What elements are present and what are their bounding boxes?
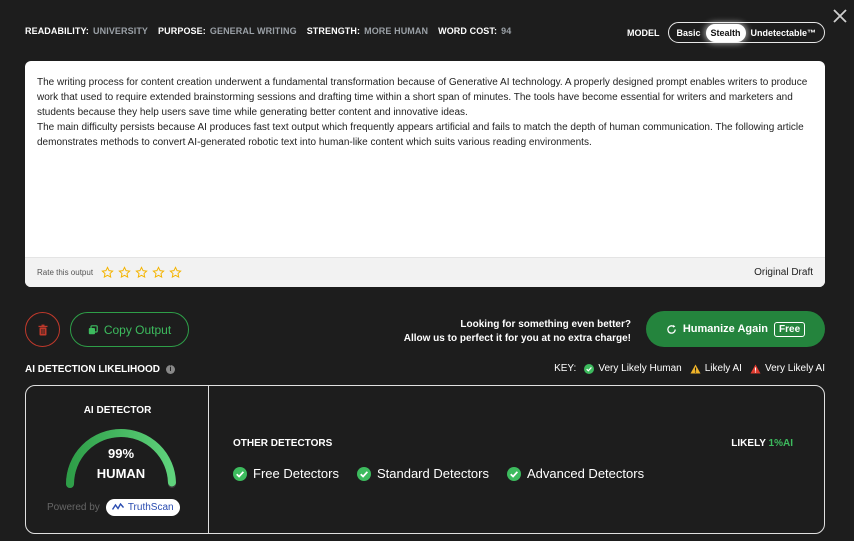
delete-button[interactable] (25, 312, 60, 347)
ai-detector-title: AI DETECTOR (83, 405, 152, 416)
detector-name: Free Detectors (253, 466, 339, 481)
truthscan-logo-icon (111, 503, 124, 510)
truthscan-badge[interactable]: TruthScan (105, 499, 180, 516)
detector-item: Standard Detectors (356, 466, 489, 481)
detector-item: Advanced Detectors (507, 466, 644, 481)
detector-item: Free Detectors (233, 466, 339, 481)
star-rating (101, 266, 182, 279)
output-footer: Rate this output Original Draft (25, 257, 825, 287)
promo-line-2: Allow us to perfect it for you at no ext… (403, 333, 631, 344)
readability-meta: READABILITY: UNIVERSITY (25, 26, 149, 36)
key-very-ai-label: Very Likely AI (764, 363, 825, 374)
check-circle-icon (233, 466, 247, 481)
key-label: KEY: (554, 363, 577, 374)
humanize-again-button[interactable]: Humanize Again Free (646, 311, 825, 347)
model-basic-option[interactable]: Basic (672, 24, 706, 42)
promo-line-1: Looking for something even better? (460, 319, 631, 330)
detection-key: KEY: Very Likely Human Likely AI Very Li… (554, 363, 825, 374)
info-icon[interactable]: i (166, 365, 175, 374)
key-likely-ai-label: Likely AI (704, 363, 742, 374)
key-item-very-ai: Very Likely AI (750, 363, 825, 374)
model-stealth-option[interactable]: Stealth (705, 23, 746, 42)
ai-detector-panel: AI DETECTOR 99% HUMAN Powered by TruthSc… (26, 386, 209, 533)
star-icon[interactable] (118, 266, 131, 279)
refresh-icon (667, 324, 676, 334)
output-paragraph: The writing process for content creation… (37, 77, 808, 118)
copy-output-button[interactable]: Copy Output (70, 312, 189, 347)
warning-icon (690, 363, 701, 374)
powered-by: Powered by TruthScan (47, 499, 180, 516)
close-icon[interactable] (832, 8, 848, 24)
trash-icon (38, 324, 47, 335)
settings-summary: READABILITY: UNIVERSITY PURPOSE: GENERAL W… (25, 26, 511, 36)
model-toggle: Basic Stealth Undetectable™ (667, 22, 826, 43)
check-circle-icon (356, 466, 371, 481)
gauge-label: HUMAN (96, 466, 146, 481)
check-circle-icon (584, 363, 595, 374)
output-paragraph: The main difficulty persists because AI … (37, 122, 804, 148)
free-badge: Free (774, 321, 806, 337)
promo-text: Looking for something even better? Allow… (404, 318, 631, 346)
detector-name: Advanced Detectors (527, 466, 645, 481)
likely-prefix: LIKELY (731, 438, 766, 449)
check-circle-icon (507, 466, 521, 481)
key-human-label: Very Likely Human (598, 363, 682, 374)
alert-icon (750, 363, 761, 374)
star-icon[interactable] (152, 266, 165, 279)
copy-output-label: Copy Output (103, 322, 172, 337)
star-icon[interactable] (135, 266, 148, 279)
ai-detection-heading: AI DETECTION LIKELIHOOD i (25, 364, 175, 375)
powered-by-label: Powered by (47, 502, 100, 513)
truthscan-label: TruthScan (127, 502, 174, 513)
model-label: MODEL (627, 27, 660, 38)
likely-ai-score: LIKELY 1%AI (731, 438, 793, 449)
output-panel: The writing process for content creation… (25, 61, 825, 287)
star-icon[interactable] (169, 266, 182, 279)
likely-value: 1%AI (768, 438, 793, 449)
purpose-meta: PURPOSE: GENERAL WRITING (158, 26, 297, 36)
copy-icon (88, 324, 98, 334)
model-undetectable-option[interactable]: Undetectable™ (746, 24, 822, 42)
strength-meta: STRENGTH: MORE HUMAN (306, 26, 429, 36)
key-item-likely-ai: Likely AI (690, 363, 742, 374)
output-text[interactable]: The writing process for content creation… (25, 61, 825, 255)
key-item-human: Very Likely Human (584, 363, 682, 374)
detector-list: Free Detectors Standard Detectors Advanc… (233, 466, 644, 481)
model-selector: MODEL Basic Stealth Undetectable™ (627, 22, 826, 43)
detector-name: Standard Detectors (376, 466, 489, 481)
gauge-percentage: 99% (107, 446, 135, 461)
rate-label: Rate this output (37, 268, 94, 277)
word-cost-meta: WORD COST: 94 (438, 26, 512, 36)
detection-results-card: AI DETECTOR 99% HUMAN Powered by TruthSc… (25, 385, 825, 534)
original-draft-link[interactable]: Original Draft (754, 267, 813, 278)
ai-detection-title: AI DETECTION LIKELIHOOD (25, 364, 160, 375)
humanize-again-label: Humanize Again (682, 323, 769, 335)
other-detectors-title: OTHER DETECTORS (233, 438, 333, 449)
star-icon[interactable] (101, 266, 114, 279)
